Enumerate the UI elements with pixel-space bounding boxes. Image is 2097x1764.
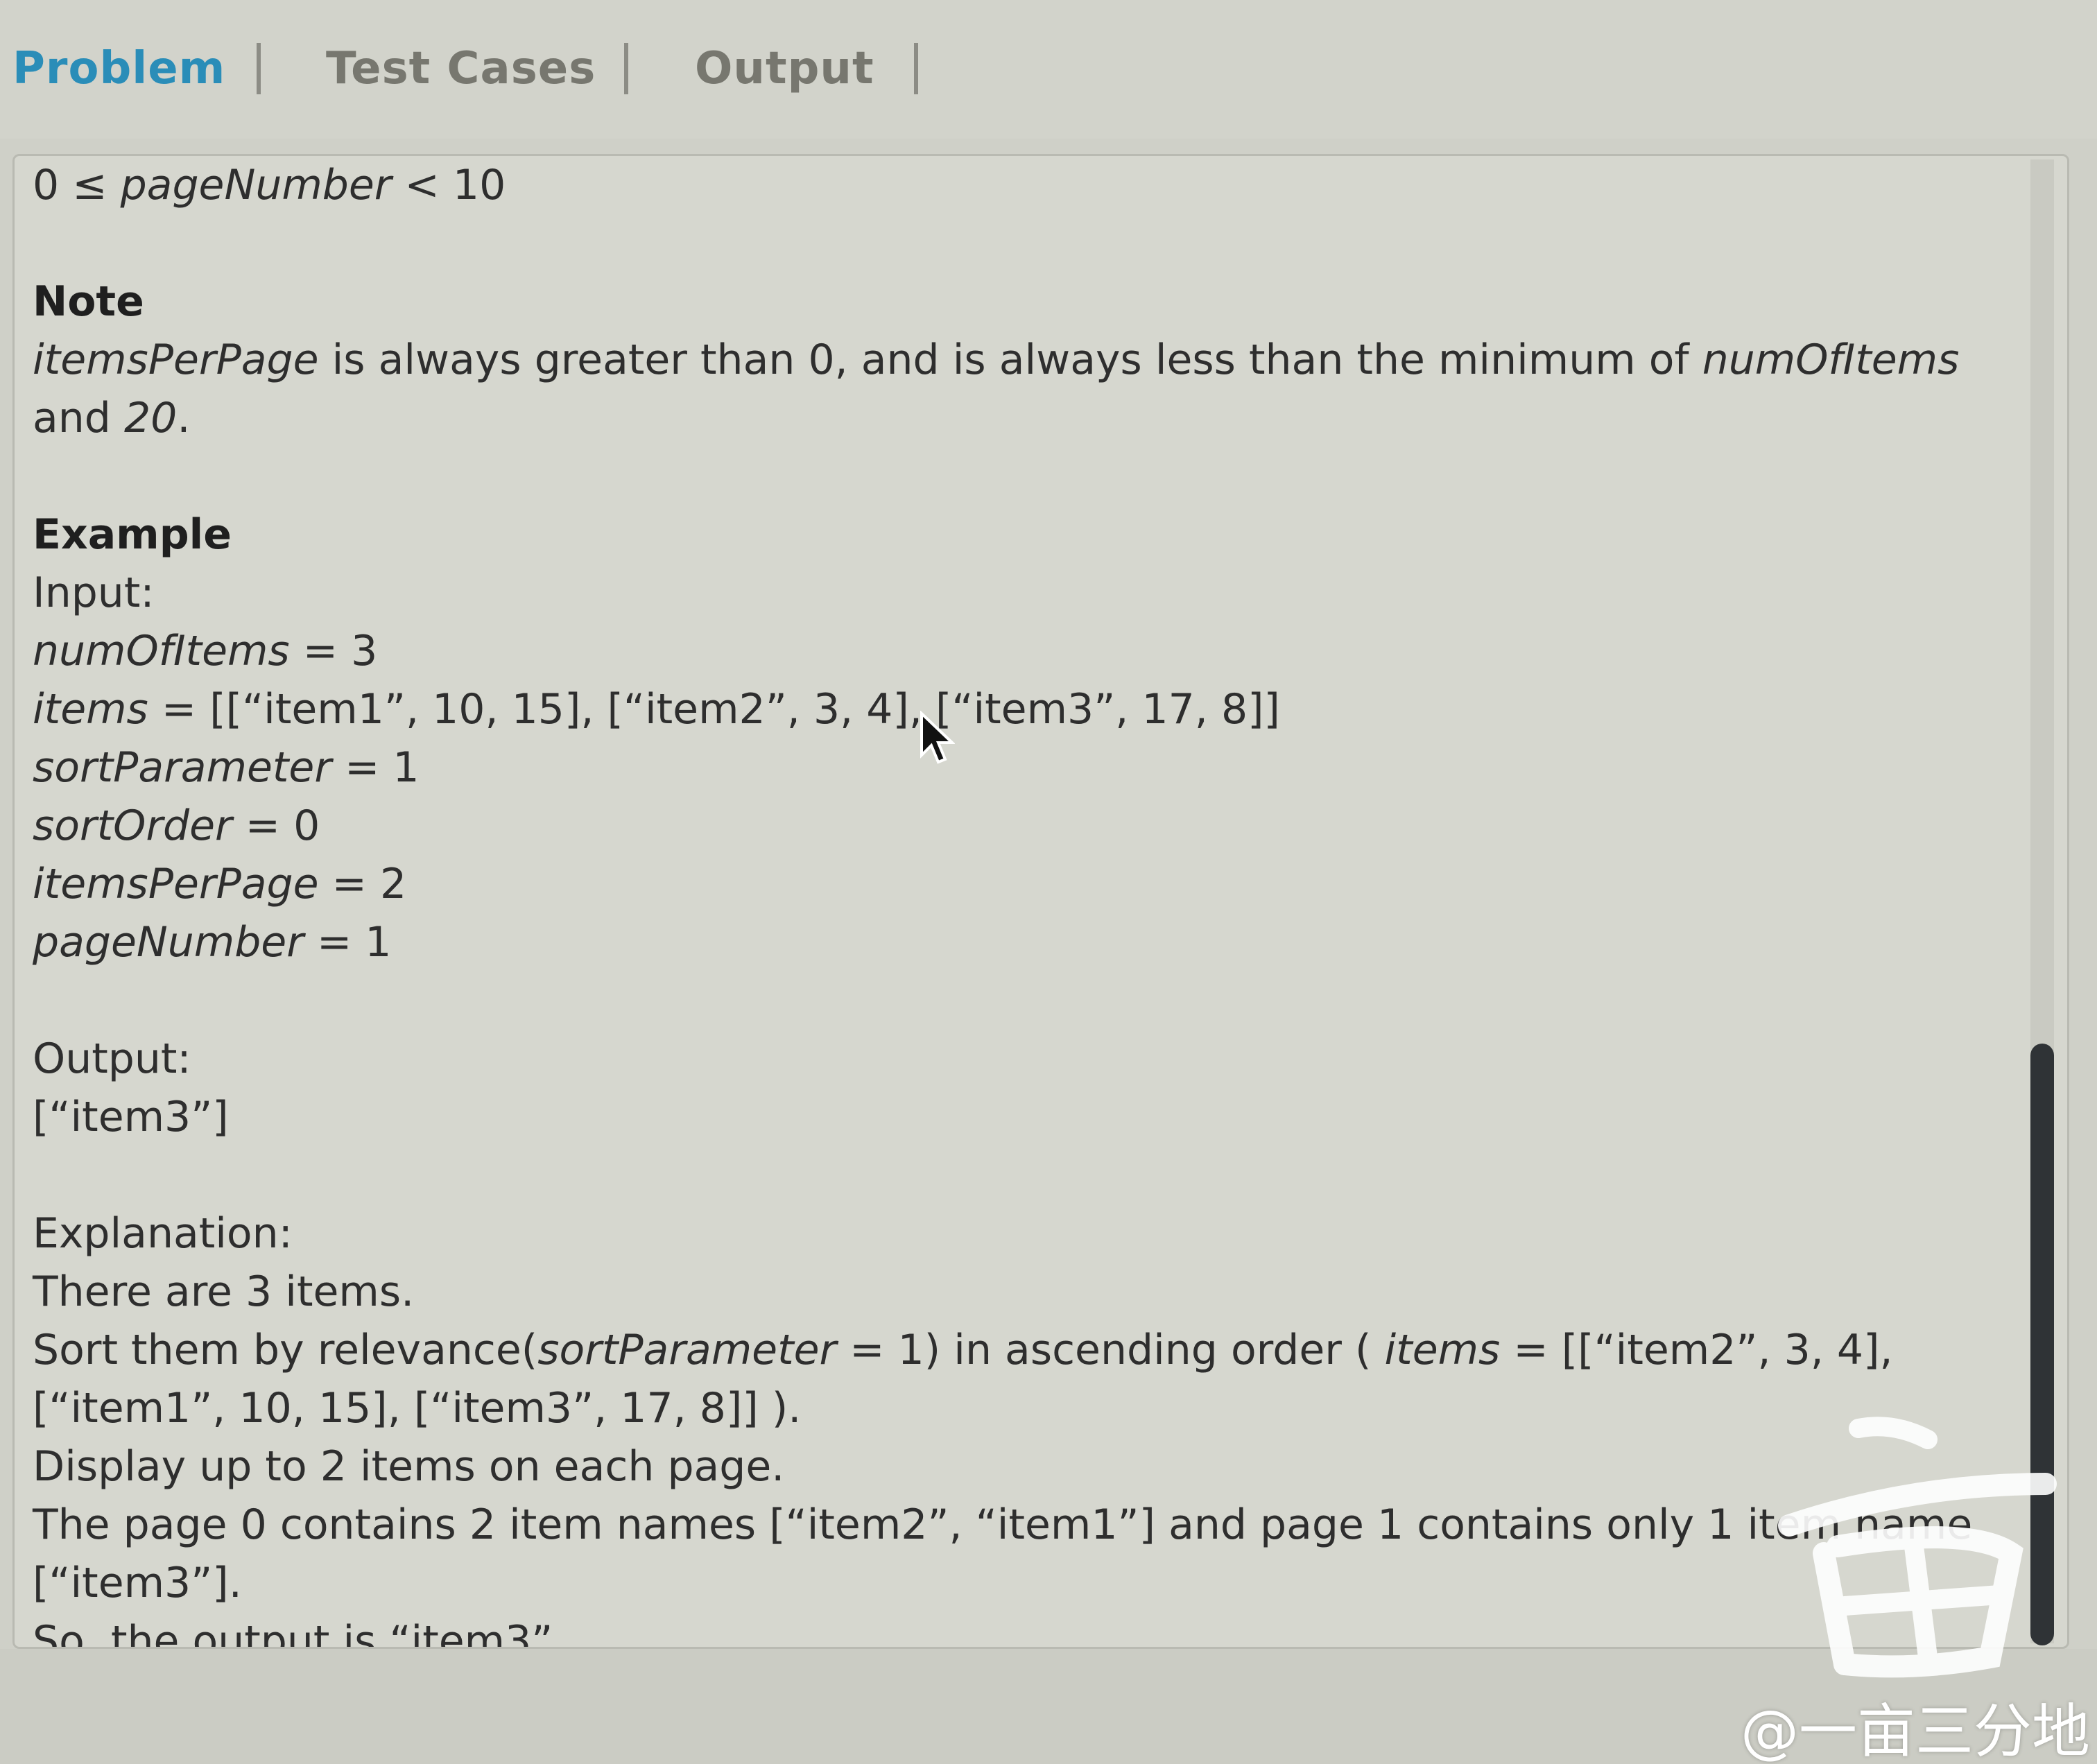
explanation-line-1: There are 3 items. (33, 1268, 415, 1316)
constraint-line: 0 ≤ pageNumber < 10 (33, 156, 2016, 214)
watermark-logo (1778, 1417, 2057, 1678)
param-name: itemsPerPage (33, 860, 319, 908)
note-text-3: . (177, 394, 191, 442)
input-label: Input: (33, 569, 155, 617)
note-heading: Note (33, 277, 144, 326)
tab-problem[interactable]: Problem (12, 43, 225, 94)
param-value: = 3 (289, 627, 378, 675)
param-name: numOfItems (33, 627, 290, 675)
param-value: = 2 (318, 860, 407, 908)
constraint-prefix: 0 ≤ (33, 161, 121, 209)
note-text-2: and (33, 394, 124, 442)
tab-separator (624, 43, 628, 94)
tab-separator (257, 43, 261, 94)
note-var-num-of-items: numOfItems (1702, 336, 1960, 384)
tab-separator (914, 43, 918, 94)
output-label: Output: (33, 1035, 191, 1083)
param-line: items = [[“item1”, 10, 15], [“item2”, 3,… (33, 680, 2016, 738)
param-line: sortOrder = 0 (33, 797, 2016, 855)
problem-content: 0 ≤ pageNumber < 10 Note itemsPerPage is… (33, 156, 2016, 1649)
mouse-pointer-icon (920, 711, 955, 764)
exp2-var-sort-parameter: sortParameter (537, 1326, 837, 1374)
note-var-items-per-page: itemsPerPage (33, 336, 319, 384)
param-value: = 0 (232, 802, 320, 850)
note-text-1: is always greater than 0, and is always … (318, 336, 1702, 384)
param-line: numOfItems = 3 (33, 622, 2016, 680)
explanation-line-5: So, the output is “item3”. (33, 1617, 567, 1649)
note-var-20: 20 (123, 394, 178, 442)
param-line: sortParameter = 1 (33, 738, 2016, 797)
watermark-text: @一亩三分地 (1741, 1697, 2091, 1764)
explanation-line-4: The page 0 contains 2 item names [“item2… (33, 1501, 1973, 1607)
tab-bar: Problem Test Cases Output (0, 0, 2097, 139)
output-value: [“item3”] (33, 1093, 229, 1141)
constraint-var: pageNumber (120, 161, 392, 209)
param-name: sortParameter (33, 743, 332, 792)
exp2-var-items: items (1384, 1326, 1501, 1374)
param-value: = 1 (303, 918, 392, 967)
explanation-line-3: Display up to 2 items on each page. (33, 1442, 785, 1491)
exp2-part-b: = 1) in ascending order ( (836, 1326, 1385, 1374)
explanation-line-2: Sort them by relevance(sortParameter = 1… (33, 1321, 2016, 1437)
param-value: = [[“item1”, 10, 15], [“item2”, 3, 4], [… (148, 685, 1280, 734)
tab-test-cases[interactable]: Test Cases (326, 43, 596, 94)
param-name: sortOrder (33, 802, 232, 850)
note-text: itemsPerPage is always greater than 0, a… (33, 331, 2016, 447)
explanation-label: Explanation: (33, 1209, 293, 1258)
param-value: = 1 (331, 743, 420, 792)
constraint-suffix: < 10 (391, 161, 506, 209)
param-name: pageNumber (33, 918, 304, 967)
param-name: items (33, 685, 148, 734)
param-line: pageNumber = 1 (33, 913, 2016, 971)
tab-output[interactable]: Output (695, 43, 874, 94)
param-line: itemsPerPage = 2 (33, 855, 2016, 913)
exp2-part-a: Sort them by relevance( (33, 1326, 538, 1374)
example-heading: Example (33, 510, 232, 559)
